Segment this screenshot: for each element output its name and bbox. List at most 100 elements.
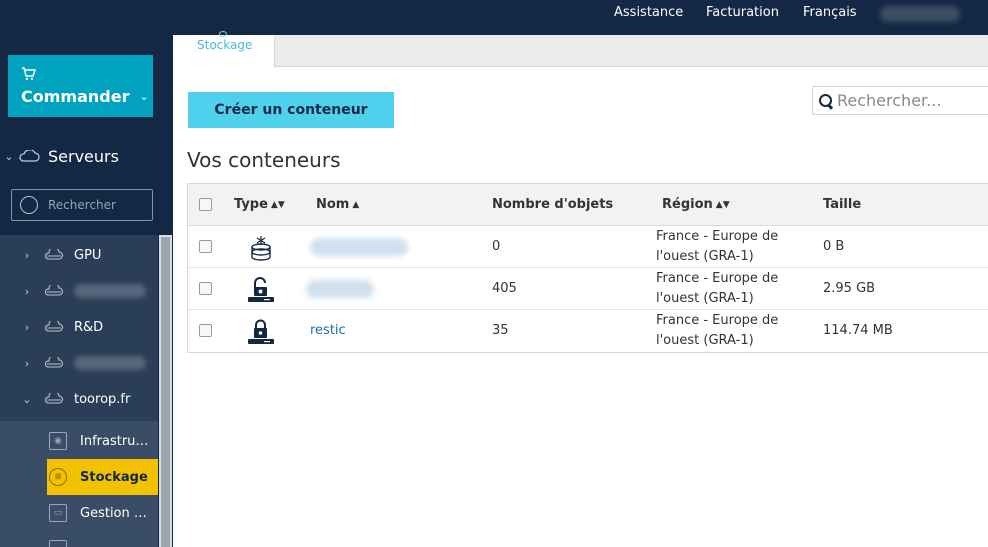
region-line: l'ouest (GRA-1) (656, 333, 754, 348)
region-line: France - Europe de (656, 229, 779, 244)
network-icon: ◉ (49, 432, 67, 450)
sidebar-search (11, 189, 153, 221)
sidebar-scrollbar[interactable] (159, 235, 172, 547)
column-size: Taille (823, 197, 862, 212)
cloud-icon (38, 285, 70, 297)
database-icon: ≡ (49, 468, 67, 486)
public-container-icon (248, 277, 274, 302)
redacted-name[interactable] (306, 280, 374, 298)
sidebar-subitem-infrastructure[interactable]: ◉ Infrastructure (47, 423, 158, 459)
toorop-subtree: ◉ Infrastructure ≡ Stockage ▭ Gestion de… (0, 421, 158, 547)
region-line: l'ouest (GRA-1) (656, 249, 754, 264)
sidebar-item-redacted-1[interactable]: › (0, 273, 158, 309)
redacted-name (74, 284, 146, 298)
column-objects: Nombre d'objets (492, 197, 614, 212)
scrollbar-thumb[interactable] (161, 237, 170, 547)
chevron-right-icon: › (24, 320, 30, 334)
cloud-icon (38, 357, 70, 369)
create-container-button[interactable]: Créer un conteneur (188, 92, 394, 128)
container-name-link[interactable]: restic (310, 310, 346, 352)
column-label: Nom (316, 197, 350, 212)
row-objects: 0 (492, 239, 501, 254)
row-checkbox[interactable] (199, 240, 212, 253)
sidebar-subitem-label: Stockage (80, 469, 148, 485)
order-button[interactable]: Commander ⌄ (8, 55, 153, 117)
sidebar-item-gpu[interactable]: › GPU (0, 237, 158, 273)
row-checkbox[interactable] (199, 324, 212, 337)
region-line: France - Europe de (656, 313, 779, 328)
sidebar-subitem-partial[interactable] (47, 531, 158, 547)
sidebar-search-input[interactable] (48, 198, 143, 212)
column-region[interactable]: Région ▲▼ (662, 184, 730, 226)
row-region: France - Europe de l'ouest (GRA-1) (656, 269, 778, 309)
sidebar-subitem-keys[interactable]: ▭ Gestion des clés (47, 495, 158, 531)
cloud-icon (38, 321, 70, 333)
containers-table: Type ▲▼ Nom ▲ Nombre d'objets Région ▲▼ Tai… (187, 183, 988, 353)
chevron-down-icon: ⌄ (4, 149, 14, 163)
user-account-menu[interactable] (880, 6, 960, 22)
row-size: 2.95 GB (823, 281, 876, 296)
sort-icon: ▲▼ (270, 200, 285, 210)
search-icon (20, 196, 38, 214)
top-bar: Assistance Facturation Français (0, 0, 988, 35)
servers-section-label: Serveurs (48, 146, 119, 166)
cold-storage-icon (251, 236, 271, 261)
row-checkbox[interactable] (199, 282, 212, 295)
column-label: Type (234, 197, 268, 212)
sort-icon: ▲▼ (715, 200, 730, 210)
sidebar-item-rnd[interactable]: › R&D (0, 309, 158, 345)
language-selector[interactable]: Français (803, 0, 857, 26)
billing-link[interactable]: Facturation (706, 0, 779, 26)
sort-ascending-icon: ▲ (352, 200, 360, 210)
region-line: l'ouest (GRA-1) (656, 291, 754, 306)
sidebar-item-label: toorop.fr (74, 391, 131, 407)
server-tree: › GPU › › R&D › ⌄ toorop.fr ◉ Infrastruc… (0, 235, 158, 547)
region-line: France - Europe de (656, 271, 779, 286)
table-row[interactable]: restic 35 France - Europe de l'ouest (GRA… (188, 310, 988, 352)
sidebar-item-label: GPU (74, 247, 102, 263)
select-all-checkbox[interactable] (199, 198, 212, 211)
tab-storage[interactable]: Stockage (173, 31, 275, 68)
table-row[interactable]: 0 France - Europe de l'ouest (GRA-1) 0 B (188, 226, 988, 268)
sidebar-subitem-label: Gestion des clés (80, 505, 150, 521)
row-objects: 405 (492, 281, 517, 296)
chevron-right-icon: › (24, 284, 30, 298)
assistance-link[interactable]: Assistance (614, 0, 683, 26)
servers-section[interactable]: ⌄ Serveurs (0, 143, 173, 169)
redacted-name[interactable] (310, 238, 408, 256)
row-size: 0 B (823, 239, 845, 254)
row-size: 114.74 MB (823, 323, 893, 338)
cloud-icon (38, 249, 70, 261)
window-icon (49, 540, 67, 547)
table-header: Type ▲▼ Nom ▲ Nombre d'objets Région ▲▼ Tai… (188, 184, 988, 226)
table-row[interactable]: 405 France - Europe de l'ouest (GRA-1) 2.… (188, 268, 988, 310)
row-objects: 35 (492, 323, 509, 338)
order-button-label: Commander (21, 86, 130, 106)
column-name[interactable]: Nom ▲ (316, 184, 359, 226)
sidebar-item-toorop[interactable]: ⌄ toorop.fr (0, 381, 158, 417)
chevron-down-icon: ⌄ (139, 89, 149, 103)
page-title: Vos conteneurs (187, 148, 341, 172)
container-search-input[interactable] (837, 91, 987, 110)
sidebar-item-label: R&D (74, 319, 104, 335)
cloud-icon (18, 150, 48, 162)
window-icon: ▭ (49, 504, 67, 522)
sidebar-item-redacted-2[interactable]: › (0, 345, 158, 381)
chevron-down-icon: ⌄ (22, 392, 32, 406)
container-search (812, 86, 988, 115)
cloud-icon (38, 393, 70, 405)
database-icon (219, 31, 227, 37)
column-type[interactable]: Type ▲▼ (234, 184, 285, 226)
search-icon (819, 93, 833, 108)
cart-icon (21, 66, 153, 81)
sidebar: Commander ⌄ ⌄ Serveurs › GPU › › R&D (0, 35, 173, 547)
main-content: Stockage Créer un conteneur Vos conteneu… (173, 31, 988, 547)
tab-label: Stockage (197, 38, 253, 52)
row-region: France - Europe de l'ouest (GRA-1) (656, 227, 778, 267)
column-label: Région (662, 197, 713, 212)
tab-strip: Stockage (173, 31, 988, 68)
row-region: France - Europe de l'ouest (GRA-1) (656, 311, 778, 351)
chevron-right-icon: › (24, 248, 30, 262)
private-container-icon (248, 319, 274, 344)
sidebar-subitem-storage[interactable]: ≡ Stockage (47, 459, 158, 495)
